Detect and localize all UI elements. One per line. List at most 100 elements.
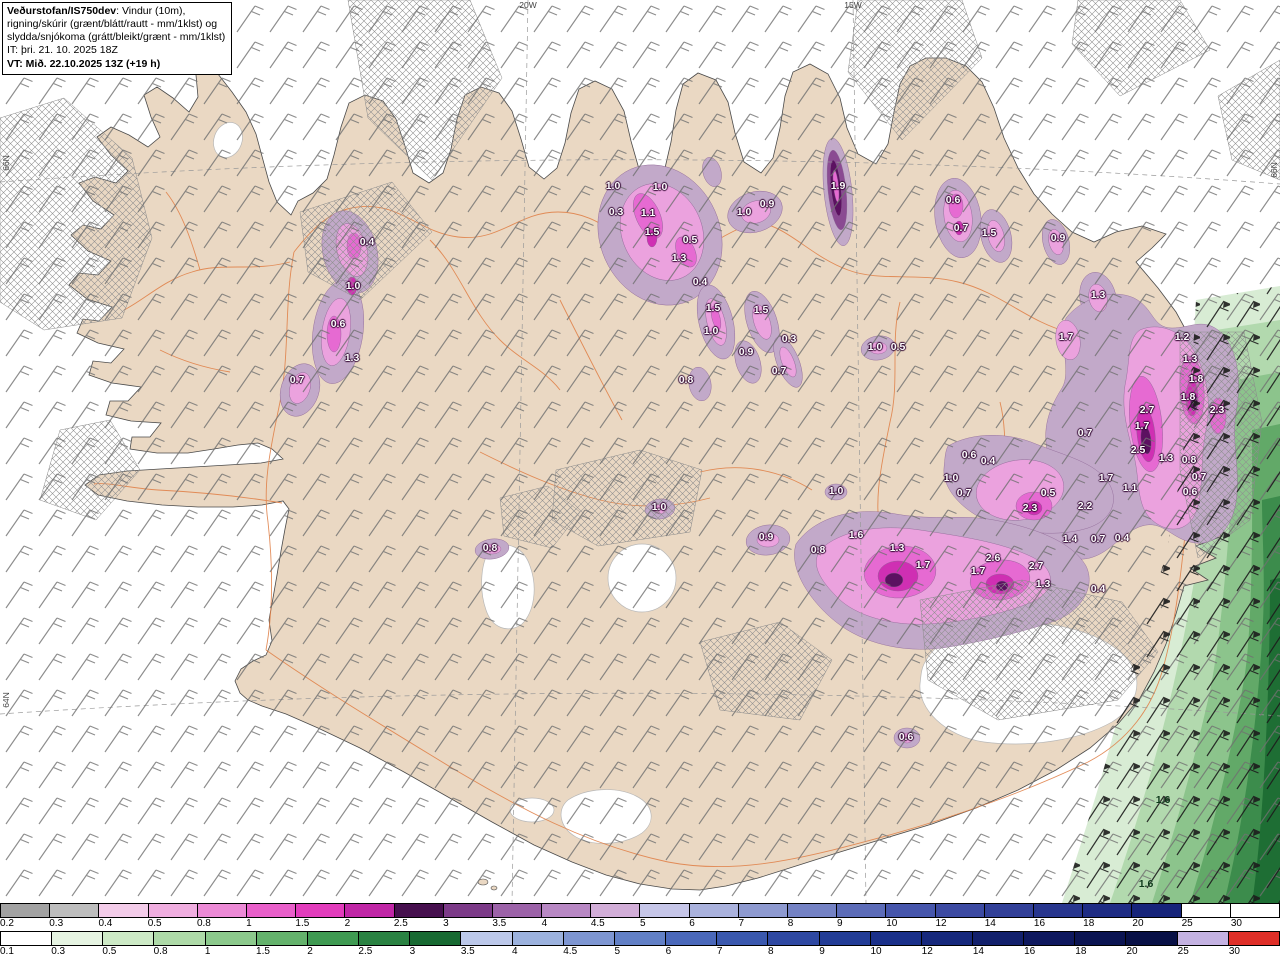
weather-map: 0.4 1.0 0.6 1.3 0.7 1.0 0.3 1.0 1.1 1.5 0.5 1.3 1.0 0…: [0, 0, 1280, 903]
colorbar-cell: [154, 932, 206, 945]
colorbar-cell: [1033, 904, 1084, 917]
colorbar-value: 1.5: [256, 946, 270, 957]
colorbar-cell: [1228, 932, 1279, 945]
colorbar-cell: [870, 932, 922, 945]
colorbar-value: 18: [1075, 946, 1087, 957]
colorbar-cell: [410, 932, 462, 945]
colorbar-value: 2.5: [393, 918, 408, 929]
product-title-suffix: : Vindur (10m),: [116, 5, 186, 17]
colorbar-cell: [788, 904, 838, 917]
colorbar-value: 16: [1024, 946, 1036, 957]
colorbar-value: 7: [738, 918, 745, 929]
colorbar-value: 12: [921, 946, 933, 957]
colorbar-cell: [819, 932, 871, 945]
colorbar-value: 8: [787, 918, 794, 929]
colorbar-cell: [1, 932, 53, 945]
colorbar-value: 5: [640, 918, 646, 929]
colorbar-cell: [1132, 904, 1182, 917]
colorbar-cell: [666, 932, 718, 945]
colorbar-cell: [886, 904, 936, 917]
colorbar-cell: [512, 932, 564, 945]
colorbar-value: 0.8: [153, 946, 168, 957]
legend-line-3: slydda/snjókoma (grátt/bleikt/grænt - mm…: [7, 31, 226, 44]
colorbar-value: 0.2: [0, 918, 14, 929]
colorbar-value: 9: [819, 946, 825, 957]
colorbar-sleet-snow: 0.2 0.3 0.4 0.5 0.8 1 1.5 2 2.5 3 3.5 4 4.5 5 6 7 8 9 10 12…: [0, 903, 1280, 931]
colorbar-value: 1.5: [295, 918, 310, 929]
colorbar-cell: [52, 932, 104, 945]
colorbar-value: 10: [886, 918, 898, 929]
colorbar-value: 7: [716, 946, 723, 957]
colorbar-value: 20: [1126, 946, 1138, 957]
colorbar-value: 0.5: [102, 946, 117, 957]
colorbar-cell: [542, 904, 592, 917]
colorbar-cell: [205, 932, 257, 945]
colorbar-value: 8: [768, 946, 774, 957]
colorbar-cell: [345, 904, 395, 917]
colorbar-value: 4.5: [590, 918, 605, 929]
colorbar-cell: [246, 904, 297, 917]
colorbar-cell: [492, 904, 543, 917]
colorbar-value: 0.4: [98, 918, 113, 929]
colorbar-cell: [1181, 904, 1231, 917]
colorbar-value: 18: [1083, 918, 1095, 929]
colorbar-value: 0.3: [51, 946, 66, 957]
colorbar-cell: [296, 904, 346, 917]
colorbar-cell: [921, 932, 973, 945]
colorbar-cell: [1, 904, 51, 917]
colorbar-cell: [1083, 904, 1133, 917]
colorbar-value: 2: [344, 918, 351, 929]
colorbar-value: 3: [409, 946, 416, 957]
legend-init-time: IT: þri. 21. 10. 2025 18Z: [7, 44, 118, 57]
colorbar-cell: [689, 904, 739, 917]
colorbar-cell: [738, 904, 788, 917]
colorbar-value: 6: [689, 918, 695, 929]
colorbar-value: 14: [984, 918, 996, 929]
colorbar-cell: [1075, 932, 1127, 945]
legend-line-2: rigning/skúrir (grænt/blátt/rautt - mm/1…: [7, 18, 218, 31]
colorbar-value: 12: [935, 918, 947, 929]
colorbar-cell: [197, 904, 247, 917]
colorbar-cell: [563, 932, 615, 945]
colorbar-value: 1: [204, 946, 211, 957]
colorbar-cell: [1024, 932, 1076, 945]
colorbar-cell: [307, 932, 360, 945]
colorbar-cell: [984, 904, 1034, 917]
colorbar-cell: [614, 932, 667, 945]
legend-line-1: Veðurstofan/IS750dev: Vindur (10m),: [7, 5, 225, 18]
colorbar-value: 25: [1177, 946, 1189, 957]
colorbar-value: 5: [614, 946, 620, 957]
colorbar-value: 2.5: [358, 946, 373, 957]
colorbar-value: 1: [246, 918, 252, 929]
wind-barbs-field: [0, 0, 1280, 903]
colorbar-rain: 0.1 0.3 0.5 0.8 1 1.5 2 2.5 3 3.5 4 4.5 5 6 7 8 9 10 12 14 1…: [0, 931, 1280, 959]
colorbar-cell: [972, 932, 1025, 945]
legend-box: Veðurstofan/IS750dev: Vindur (10m), rign…: [2, 2, 233, 75]
colorbar-cell: [99, 904, 149, 917]
colorbar-value: 0.1: [0, 946, 14, 957]
colorbar-value: 4: [512, 946, 518, 957]
colorbar-cell: [148, 904, 198, 917]
colorbar-cell: [1177, 932, 1229, 945]
colorbar-cell: [1126, 932, 1178, 945]
product-title: Veðurstofan/IS750dev: [7, 5, 117, 17]
colorbar-cell: [461, 932, 513, 945]
colorbar-value: 20: [1132, 918, 1144, 929]
colorbar-cell: [640, 904, 690, 917]
colorbar-cell: [50, 904, 100, 917]
colorbar-cell: [717, 932, 769, 945]
colorbar-cell: [768, 932, 820, 945]
colorbar-cell: [256, 932, 308, 945]
colorbar-cell: [359, 932, 411, 945]
colorbar-value: 30: [1228, 946, 1240, 957]
colorbar-cell: [591, 904, 641, 917]
colorbar-cell: [103, 932, 155, 945]
colorbar-legend: 0.2 0.3 0.4 0.5 0.8 1 1.5 2 2.5 3 3.5 4 4.5 5 6 7 8 9 10 12…: [0, 903, 1280, 959]
colorbar-value: 2: [307, 946, 313, 957]
colorbar-value: 16: [1033, 918, 1046, 929]
colorbar-value: 9: [836, 918, 843, 929]
colorbar-cell: [394, 904, 444, 917]
colorbar-value: 4.5: [563, 946, 578, 957]
colorbar-value: 3.5: [460, 946, 475, 957]
map-canvas: [0, 0, 1280, 903]
